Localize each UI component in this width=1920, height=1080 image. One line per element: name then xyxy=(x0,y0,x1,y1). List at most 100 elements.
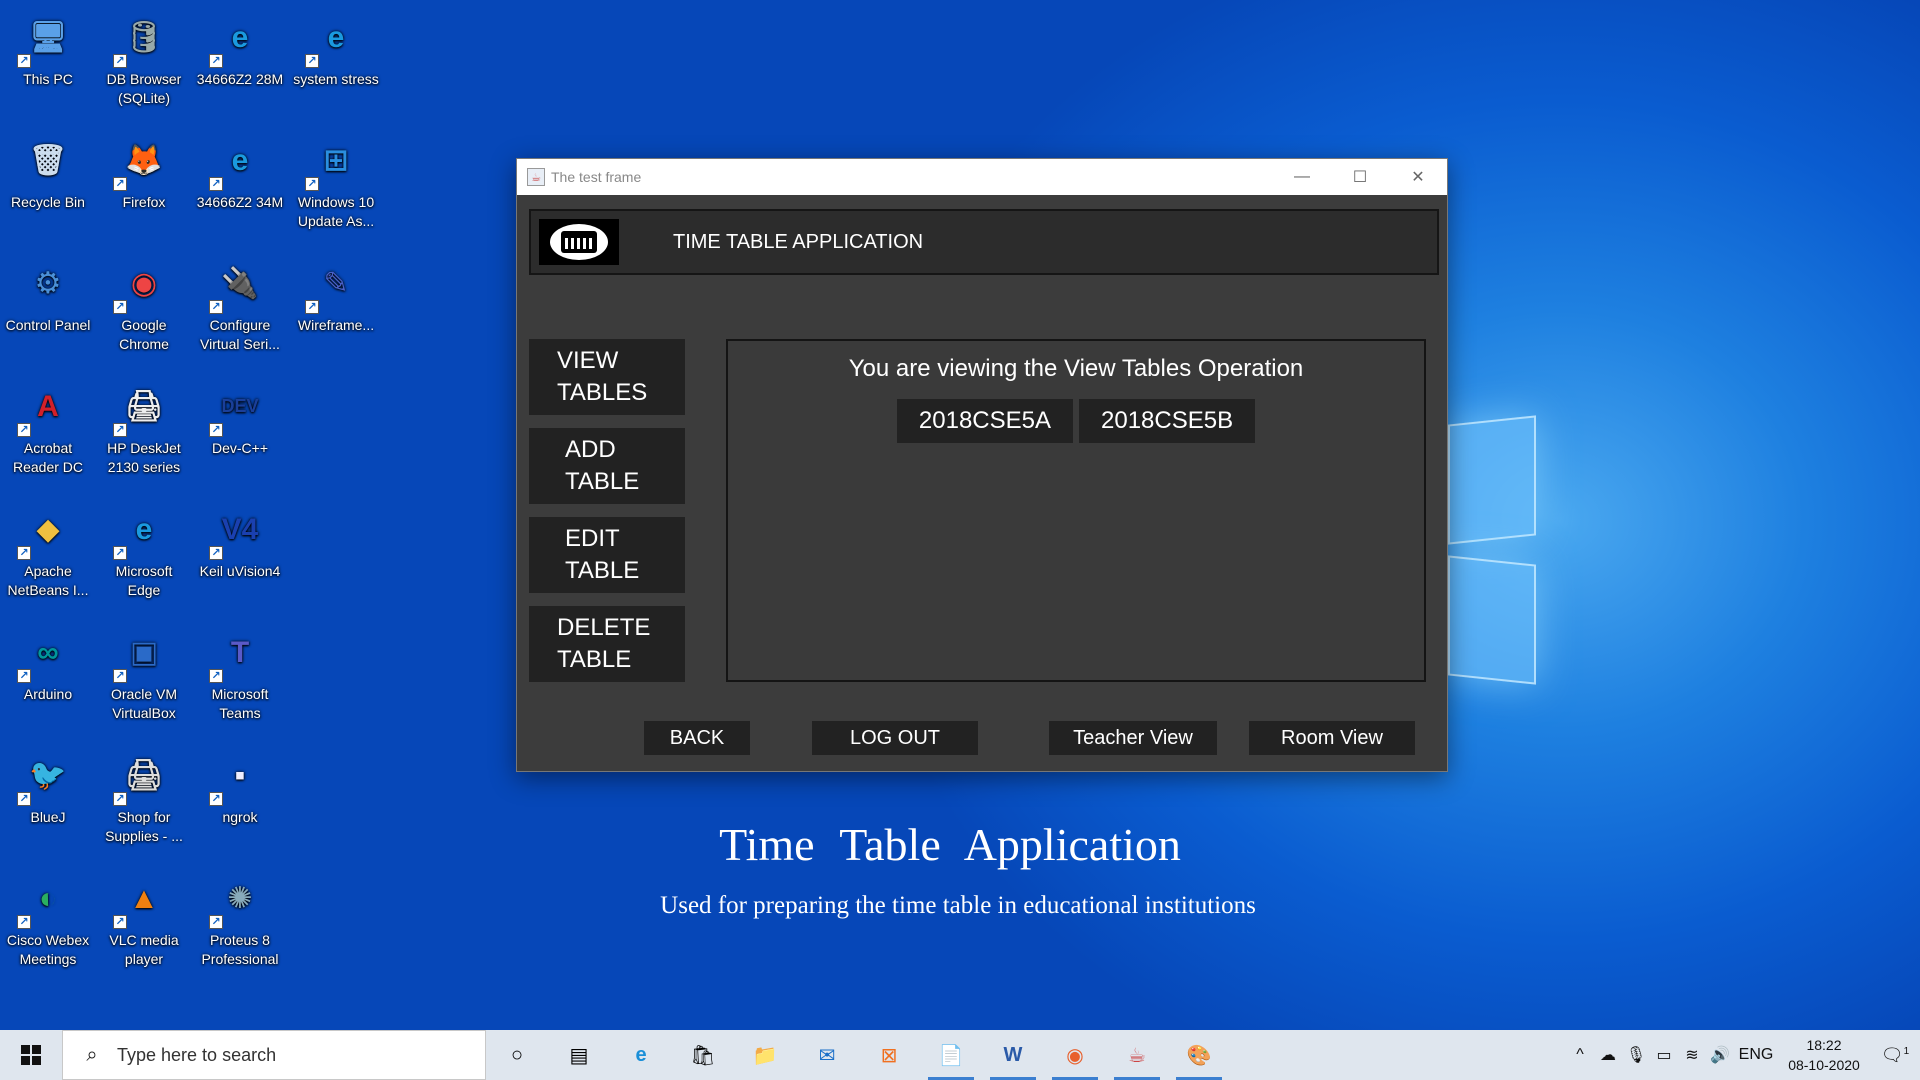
task-view-icon[interactable]: ▤ xyxy=(548,1030,610,1080)
desktop-icon-vlc[interactable]: ▲ ↗ VLC media player xyxy=(96,861,192,979)
desktop-icon-label: Cisco Webex Meetings xyxy=(6,932,90,967)
add-table-button[interactable]: ADD TABLE xyxy=(529,428,685,504)
start-button[interactable] xyxy=(0,1030,62,1080)
desktop-icon-label: HP DeskJet 2130 series xyxy=(107,440,181,475)
desktop-icon-windows-update[interactable]: ⊞ ↗ Windows 10 Update As... xyxy=(288,123,384,241)
java-taskbar-icon[interactable]: ☕ xyxy=(1106,1030,1168,1080)
wifi-icon[interactable]: ≋ xyxy=(1678,1045,1706,1065)
shortcut-arrow-icon: ↗ xyxy=(17,546,31,560)
recycle-bin-icon: 🗑 xyxy=(28,143,68,177)
onedrive-icon[interactable]: ☁ xyxy=(1594,1045,1622,1065)
desktop-icon-chrome[interactable]: ◉ ↗ Google Chrome xyxy=(96,246,192,364)
desktop-icon-label: 34666Z2 28M xyxy=(196,71,284,87)
language-indicator[interactable]: ENG xyxy=(1734,1046,1778,1064)
desktop-icon-edge[interactable]: e ↗ 34666Z2 34M xyxy=(192,123,288,241)
desktop-icon-label: 34666Z2 34M xyxy=(196,194,284,210)
delete-table-button[interactable]: DELETE TABLE xyxy=(529,606,685,682)
battery-icon[interactable]: ▭ xyxy=(1650,1045,1678,1065)
back-button[interactable]: BACK xyxy=(644,721,750,755)
desktop-icon-label: Configure Virtual Seri... xyxy=(200,317,280,352)
desktop-icon-firefox[interactable]: 🦊 ↗ Firefox xyxy=(96,123,192,241)
taskbar: ⌕ Type here to search ○ ▤ e 🛍 📁 ✉ ⊠ 📄 W … xyxy=(0,1030,1920,1080)
desktop-icon-label: Proteus 8 Professional xyxy=(201,932,279,967)
table-button-2018cse5a[interactable]: 2018CSE5A xyxy=(896,399,1073,443)
desktop-icon-wireframe[interactable]: ✎ ↗ Wireframe... xyxy=(288,246,384,364)
desktop-icon-serial-port[interactable]: 🔌 ↗ Configure Virtual Seri... xyxy=(192,246,288,364)
keil-icon: V4 ↗ xyxy=(209,500,269,560)
notification-center-icon[interactable]: 🗨1 xyxy=(1870,1045,1920,1066)
desktop-icon-label: Firefox xyxy=(122,194,166,210)
room-view-button[interactable]: Room View xyxy=(1249,721,1415,755)
shortcut-arrow-icon: ↗ xyxy=(113,792,127,806)
desktop-icon-computer[interactable]: 🖥 ↗ This PC xyxy=(0,0,96,118)
word-icon[interactable]: W xyxy=(982,1030,1044,1080)
control-panel-icon: ⚙ xyxy=(34,266,62,300)
wireframe-icon: ✎ ↗ xyxy=(305,254,365,314)
chevron-up-icon[interactable]: ^ xyxy=(1566,1046,1594,1064)
clock-date: 08-10-2020 xyxy=(1788,1057,1860,1073)
database-icon: 🛢 ↗ xyxy=(113,8,173,68)
window-titlebar[interactable]: ☕ The test frame — ☐ ✕ xyxy=(517,159,1447,195)
serial-port-icon: 🔌 ↗ xyxy=(209,254,269,314)
desktop-icon-label: Microsoft Teams xyxy=(211,686,269,721)
promo-title: Time Table Application xyxy=(719,819,1181,870)
desktop-icon-webex[interactable]: ◐ ↗ Cisco Webex Meetings xyxy=(0,861,96,979)
firefox-taskbar-icon[interactable]: ◉ xyxy=(1044,1030,1106,1080)
cortana-icon[interactable]: ○ xyxy=(486,1030,548,1080)
desktop-icon-virtualbox[interactable]: ▣ ↗ Oracle VM VirtualBox xyxy=(96,615,192,733)
minimize-button[interactable]: — xyxy=(1273,159,1331,195)
desktop-icon-proteus[interactable]: ✺ ↗ Proteus 8 Professional xyxy=(192,861,288,979)
shortcut-arrow-icon: ↗ xyxy=(113,54,127,68)
view-tables-button[interactable]: VIEW TABLES xyxy=(529,339,685,415)
mail-icon[interactable]: ✉ xyxy=(796,1030,858,1080)
store-icon[interactable]: 🛍 xyxy=(672,1030,734,1080)
desktop-icon-edge[interactable]: e ↗ Microsoft Edge xyxy=(96,492,192,610)
teams-icon: T ↗ xyxy=(209,623,269,683)
netbeans-icon: ◆ ↗ xyxy=(17,500,77,560)
xampp-icon[interactable]: ⊠ xyxy=(858,1030,920,1080)
logout-button[interactable]: LOG OUT xyxy=(812,721,978,755)
desktop-icon-edge[interactable]: e ↗ 34666Z2 28M xyxy=(192,0,288,118)
app-header: TIME TABLE APPLICATION xyxy=(529,209,1439,275)
desktop-icon-label: Apache NetBeans I... xyxy=(7,563,89,598)
volume-icon[interactable]: 🔊 xyxy=(1706,1045,1734,1065)
firefox-icon: 🦊 ↗ xyxy=(113,131,173,191)
edge-taskbar-icon[interactable]: e xyxy=(610,1030,672,1080)
desktop-icon-label: VLC media player xyxy=(109,932,179,967)
paint-icon[interactable]: 🎨 xyxy=(1168,1030,1230,1080)
shortcut-arrow-icon: ↗ xyxy=(113,423,127,437)
edit-table-label-2: TABLE xyxy=(565,557,640,584)
desktop-icon-edge[interactable]: e ↗ system stress xyxy=(288,0,384,118)
shortcut-arrow-icon: ↗ xyxy=(17,54,31,68)
desktop-icon-database[interactable]: 🛢 ↗ DB Browser (SQLite) xyxy=(96,0,192,118)
computer-icon: 🖥 ↗ xyxy=(17,8,77,68)
edge-icon: e ↗ xyxy=(209,131,269,191)
desktop-icon-recycle-bin[interactable]: 🗑 Recycle Bin xyxy=(0,123,96,241)
shortcut-arrow-icon: ↗ xyxy=(209,54,223,68)
microphone-icon[interactable]: 🎙 xyxy=(1622,1045,1650,1065)
taskbar-search-box[interactable]: ⌕ Type here to search xyxy=(62,1030,486,1080)
desktop-icon-label: Keil uVision4 xyxy=(199,563,281,579)
file-explorer-icon[interactable]: 📁 xyxy=(734,1030,796,1080)
ngrok-icon: ▪ ↗ xyxy=(209,746,269,806)
desktop-icon-control-panel[interactable]: ⚙ Control Panel xyxy=(0,246,96,364)
shortcut-arrow-icon: ↗ xyxy=(113,546,127,560)
clock[interactable]: 18:22 08-10-2020 xyxy=(1778,1035,1870,1075)
promo-subtitle: Used for preparing the time table in edu… xyxy=(660,892,1256,919)
desktop-icon-arduino[interactable]: ∞ ↗ Arduino xyxy=(0,615,96,733)
table-button-2018cse5b[interactable]: 2018CSE5B xyxy=(1079,399,1256,443)
desktop-icon-printer[interactable]: 🖨 ↗ HP DeskJet 2130 series xyxy=(96,369,192,487)
app-window: ☕ The test frame — ☐ ✕ TIME TABLE APPLIC… xyxy=(516,158,1448,772)
desktop-icon-netbeans[interactable]: ◆ ↗ Apache NetBeans I... xyxy=(0,492,96,610)
edit-table-button[interactable]: EDIT TABLE xyxy=(529,517,685,593)
close-button[interactable]: ✕ xyxy=(1389,159,1447,195)
desktop-icon-teams[interactable]: T ↗ Microsoft Teams xyxy=(192,615,288,733)
teacher-view-button[interactable]: Teacher View xyxy=(1049,721,1217,755)
calendar-logo-icon xyxy=(539,219,619,265)
maximize-button[interactable]: ☐ xyxy=(1331,159,1389,195)
desktop-icon-keil[interactable]: V4 ↗ Keil uVision4 xyxy=(192,492,288,610)
notepad-icon[interactable]: 📄 xyxy=(920,1030,982,1080)
desktop-icon-devcpp[interactable]: DEV ↗ Dev-C++ xyxy=(192,369,288,487)
desktop-icon-acrobat[interactable]: A ↗ Acrobat Reader DC xyxy=(0,369,96,487)
supplies-icon: 🖨 ↗ xyxy=(113,746,173,806)
